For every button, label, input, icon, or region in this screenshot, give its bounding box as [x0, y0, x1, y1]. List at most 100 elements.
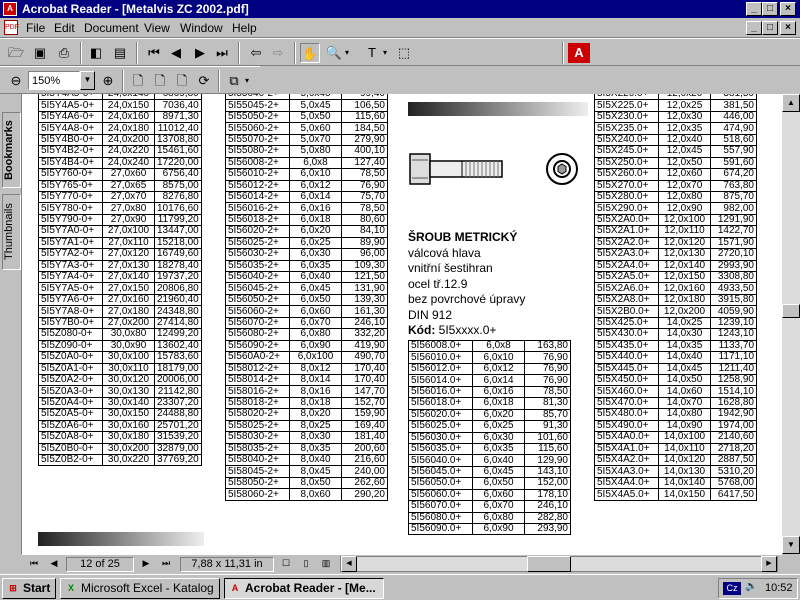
part-code: 5I5X2A0.0+	[594, 213, 659, 227]
language-indicator[interactable]: Cz	[723, 582, 741, 595]
part-code: 5I56035-2+	[225, 259, 290, 273]
fit-width-icon[interactable]: 🗋	[172, 71, 192, 91]
graphics-select-icon[interactable]: ⬚	[394, 43, 414, 63]
table-row: 5I56090-2+ 6,0x90 419,90	[225, 339, 388, 353]
product-line: vnitřní šestihran	[408, 261, 493, 275]
menu-help[interactable]: Help	[232, 21, 257, 35]
fit-page-icon[interactable]: 🗋	[150, 71, 170, 91]
zoom-tool-icon[interactable]: 🔍	[324, 43, 344, 63]
zoom-in-icon[interactable]: ⊕	[98, 71, 118, 91]
horizontal-scroll-thumb[interactable]	[527, 556, 571, 572]
price: 139,30	[341, 293, 388, 307]
dimension: 6,0x60	[472, 488, 525, 502]
page-layout-icon[interactable]: ⧉	[224, 71, 244, 91]
price: 76,90	[524, 374, 571, 387]
table-row: 5I56045-2+ 6,0x45 131,90	[225, 282, 388, 295]
rotate-icon[interactable]: ⟳	[194, 71, 214, 91]
next-page-icon[interactable]: ▶	[190, 43, 210, 63]
tab-bookmarks[interactable]: Bookmarks	[2, 112, 21, 188]
open-icon[interactable]: 🗁	[6, 43, 26, 63]
single-page-icon[interactable]: ☐	[276, 555, 296, 571]
previous-page-icon[interactable]: ◀	[166, 43, 186, 63]
adobe-logo-icon[interactable]: A	[568, 43, 590, 63]
part-code: 5I56070-2+	[225, 316, 290, 330]
go-back-icon[interactable]: ⇦	[246, 43, 266, 63]
part-code: 5I56012-2+	[225, 179, 290, 192]
part-code: 5I5Y4A6-0+	[38, 110, 103, 124]
doc-minimize-button[interactable]: _	[746, 21, 762, 35]
page-layout-dropdown-icon[interactable]: ▾	[242, 71, 252, 91]
price: 15218,00	[154, 236, 202, 250]
menu-file[interactable]: File	[26, 21, 45, 35]
zoom-input[interactable]	[28, 71, 80, 90]
part-code: 5I56050-2+	[225, 293, 290, 307]
scroll-right-icon[interactable]: ▶	[761, 556, 777, 572]
dimension: 12,0x130	[658, 248, 711, 261]
table-row: 5I5X280.0+ 12,0x80 875,70	[594, 190, 757, 204]
dimension: 8,0x20	[289, 408, 342, 421]
doc-restore-button[interactable]: □	[762, 21, 778, 35]
speaker-icon[interactable]: 🔈	[745, 581, 757, 592]
price: 184,50	[341, 122, 388, 135]
part-code: 5I5Y770-0+	[38, 190, 103, 204]
show-hide-navigation-icon[interactable]: ◧	[86, 43, 106, 63]
part-code: 5I5Z0A4-0+	[38, 396, 103, 410]
close-button[interactable]: ×	[780, 2, 796, 16]
text-select-icon[interactable]: T	[362, 43, 382, 63]
dimension: 6,0x12	[289, 179, 342, 192]
acrobat-app-icon[interactable]: A	[3, 2, 17, 16]
scroll-left-icon[interactable]: ◀	[341, 556, 357, 572]
tab-thumbnails[interactable]: Thumbnails	[2, 194, 21, 270]
table-row: 5I5Y4A8-0+ 24,0x180 11012,40	[38, 122, 202, 135]
start-label: Start	[23, 581, 51, 595]
dimension: 12,0x200	[658, 305, 711, 318]
dimension: 14,0x35	[658, 339, 711, 353]
text-select-dropdown-icon[interactable]: ▾	[380, 43, 390, 63]
taskbar-item-acrobat[interactable]: A Acrobat Reader - [Me...	[224, 578, 384, 599]
menu-view[interactable]: View	[144, 21, 170, 35]
scroll-down-icon[interactable]: ▼	[782, 536, 800, 554]
first-page-icon[interactable]: ⏮	[144, 43, 164, 63]
zoom-dropdown-button[interactable]: ▼	[80, 71, 95, 90]
first-page-status-icon[interactable]: ⏮	[24, 555, 44, 571]
continuous-facing-icon[interactable]: ▥	[316, 555, 336, 571]
part-code: 5I5X4A0.0+	[594, 431, 659, 444]
part-code: 5I5Y7A0-0+	[38, 225, 103, 238]
last-page-icon[interactable]: ⏭	[212, 43, 232, 63]
doc-close-button[interactable]: ×	[780, 21, 796, 35]
document-view[interactable]: 5I5Y4A5-0+24,0x1406869,805I5Y4A5-0+24,0x…	[22, 94, 782, 554]
part-code: 5I56035.0+	[408, 442, 473, 456]
scroll-up-icon[interactable]: ▲	[782, 94, 800, 112]
document-icon[interactable]: PDF	[4, 20, 19, 35]
menu-window[interactable]: Window	[180, 21, 223, 35]
next-page-status-icon[interactable]: ▶	[136, 555, 156, 571]
zoom-out-icon[interactable]: ⊖	[6, 71, 26, 91]
menu-edit[interactable]: Edit	[54, 21, 75, 35]
prev-page-status-icon[interactable]: ◀	[44, 555, 64, 571]
minimize-button[interactable]: _	[746, 2, 762, 16]
actual-size-icon[interactable]: 🗋	[128, 71, 148, 91]
part-code: 5I56014.0+	[408, 374, 473, 387]
part-code: 5I5Y7A2-0+	[38, 248, 103, 261]
scroll-thumb[interactable]	[782, 304, 800, 318]
zoom-dropdown-icon[interactable]: ▾	[342, 43, 352, 63]
hand-tool-icon[interactable]: ✋	[300, 43, 320, 63]
start-button[interactable]: ⊞ Start	[2, 578, 56, 599]
maximize-button[interactable]: □	[762, 2, 778, 16]
vertical-scrollbar[interactable]: ▲ ▼	[782, 94, 800, 554]
table-row: 5I5Y7A8-0+ 27,0x180 24348,80	[38, 305, 202, 318]
dimension: 6,0x20	[289, 225, 342, 238]
last-page-status-icon[interactable]: ⏭	[156, 555, 176, 571]
page-indicator[interactable]: 12 of 25	[66, 557, 134, 572]
save-icon[interactable]: ▣	[30, 43, 50, 63]
print-icon[interactable]: ⎙	[54, 43, 74, 63]
continuous-icon[interactable]: ▯	[296, 555, 316, 571]
taskbar-item-excel[interactable]: X Microsoft Excel - Katalog	[60, 578, 220, 599]
part-code: 5I5X270.0+	[594, 179, 659, 192]
horizontal-scrollbar[interactable]: ◀ ▶	[340, 556, 778, 572]
navigation-pane-icon[interactable]: ▤	[110, 43, 130, 63]
dimension: 27,0x65	[102, 179, 155, 192]
dimension: 27,0x90	[102, 213, 155, 227]
menu-document[interactable]: Document	[84, 21, 139, 35]
go-forward-icon[interactable]: ⇨	[268, 43, 288, 63]
